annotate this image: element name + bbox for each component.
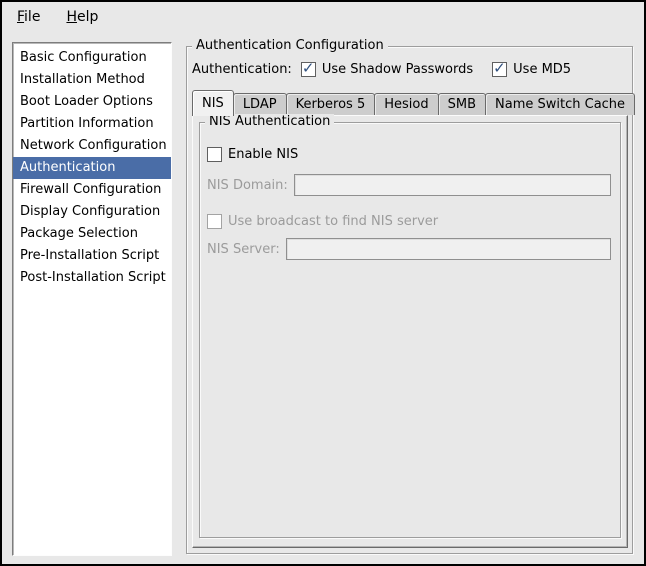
section-list: Basic Configuration Installation Method … <box>12 42 172 556</box>
nis-domain-row: NIS Domain: <box>207 174 611 196</box>
menu-help[interactable]: Help <box>62 6 102 28</box>
nis-authentication-frame: NIS Authentication ✓ Enable NIS NIS Doma… <box>199 122 621 538</box>
enable-nis-checkbox[interactable]: ✓ <box>207 147 222 162</box>
sidebar-item-installation-method[interactable]: Installation Method <box>13 69 171 91</box>
nis-domain-label: NIS Domain: <box>207 178 288 193</box>
nis-server-label: NIS Server: <box>207 242 280 257</box>
sidebar-item-partition-information[interactable]: Partition Information <box>13 113 171 135</box>
sidebar-item-post-installation-script[interactable]: Post-Installation Script <box>13 267 171 289</box>
use-md5-checkbox[interactable]: ✓ <box>492 62 507 77</box>
auth-tab-strip: NIS LDAP Kerberos 5 Hesiod SMB Name Swit… <box>192 89 634 115</box>
sidebar-item-basic-configuration[interactable]: Basic Configuration <box>13 47 171 69</box>
nis-server-row: NIS Server: <box>207 238 611 260</box>
use-broadcast-checkbox: ✓ <box>207 214 222 229</box>
enable-nis-option[interactable]: ✓ Enable NIS <box>207 143 611 165</box>
frame-title: Authentication Configuration <box>192 38 388 54</box>
authentication-configuration-frame: Authentication Configuration Authenticat… <box>186 46 633 554</box>
sidebar-item-display-configuration[interactable]: Display Configuration <box>13 201 171 223</box>
nis-frame-title: NIS Authentication <box>205 114 334 130</box>
nis-domain-input <box>294 174 611 196</box>
check-icon: ✓ <box>302 59 315 77</box>
tab-hesiod[interactable]: Hesiod <box>374 93 438 115</box>
authentication-label: Authentication: <box>192 62 292 77</box>
sidebar-item-authentication[interactable]: Authentication <box>13 157 171 179</box>
authentication-options-row: Authentication: ✓ Use Shadow Passwords ✓… <box>192 59 571 79</box>
sidebar-item-network-configuration[interactable]: Network Configuration <box>13 135 171 157</box>
kickstart-configurator-window: File Help Basic Configuration Installati… <box>0 0 646 566</box>
tab-smb[interactable]: SMB <box>438 93 486 115</box>
use-shadow-passwords-option[interactable]: ✓ Use Shadow Passwords <box>301 62 473 77</box>
tab-ldap[interactable]: LDAP <box>233 93 287 115</box>
menu-bar: File Help <box>2 2 644 31</box>
use-broadcast-label: Use broadcast to find NIS server <box>228 214 438 229</box>
tab-nis[interactable]: NIS <box>192 90 234 116</box>
nis-server-input <box>286 238 611 260</box>
use-shadow-passwords-checkbox[interactable]: ✓ <box>301 62 316 77</box>
sidebar-item-pre-installation-script[interactable]: Pre-Installation Script <box>13 245 171 267</box>
menu-file[interactable]: File <box>13 6 44 28</box>
use-md5-option[interactable]: ✓ Use MD5 <box>492 62 571 77</box>
use-md5-label: Use MD5 <box>513 62 571 77</box>
check-icon: ✓ <box>493 59 506 77</box>
nis-tab-page: NIS Authentication ✓ Enable NIS NIS Doma… <box>192 115 628 548</box>
tab-kerberos5[interactable]: Kerberos 5 <box>286 93 376 115</box>
sidebar-item-package-selection[interactable]: Package Selection <box>13 223 171 245</box>
use-broadcast-option: ✓ Use broadcast to find NIS server <box>207 210 611 232</box>
use-shadow-passwords-label: Use Shadow Passwords <box>322 62 473 77</box>
enable-nis-label: Enable NIS <box>228 147 298 162</box>
sidebar-item-boot-loader-options[interactable]: Boot Loader Options <box>13 91 171 113</box>
tab-name-switch-cache[interactable]: Name Switch Cache <box>485 93 635 115</box>
sidebar-item-firewall-configuration[interactable]: Firewall Configuration <box>13 179 171 201</box>
